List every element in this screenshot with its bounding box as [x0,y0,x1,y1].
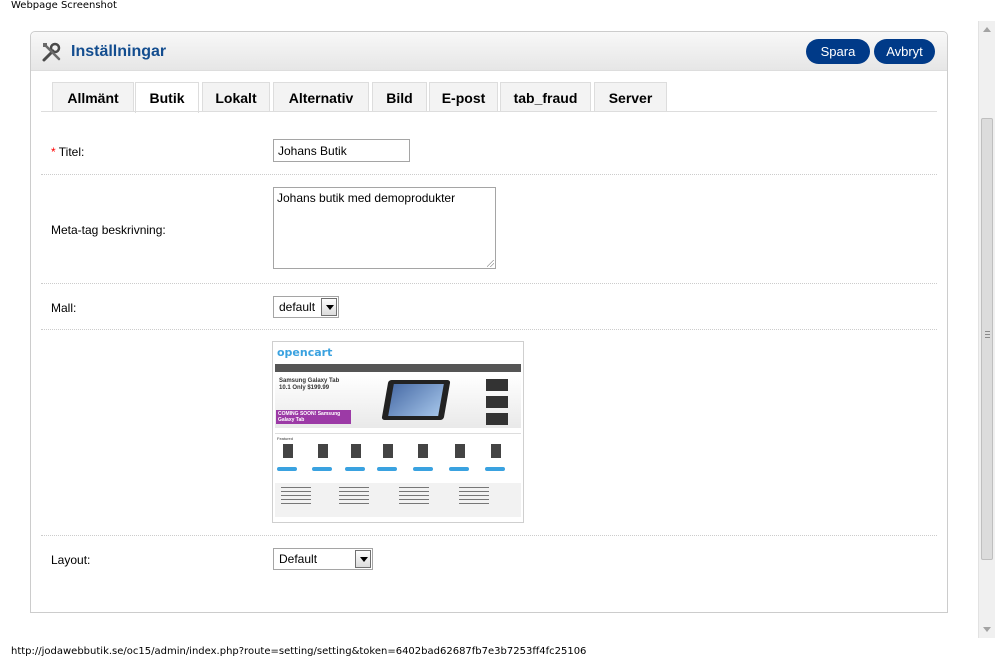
preview-product [351,444,361,458]
scroll-down-icon[interactable] [983,627,991,632]
template-select[interactable]: default [273,296,339,318]
preview-button [377,467,397,471]
settings-panel: Inställningar Spara Avbryt Allmänt Butik… [30,31,948,613]
preview-thumb [486,379,508,391]
tab-email[interactable]: E-post [429,82,498,112]
settings-tools-icon [42,42,61,62]
preview-button [345,467,365,471]
preview-featured: Featured [277,436,294,441]
row-divider [41,535,937,536]
tab-general[interactable]: Allmänt [52,82,134,112]
preview-button [485,467,505,471]
preview-product [318,444,328,458]
row-divider [41,174,937,175]
preview-banner-text: Samsung Galaxy Tab 10.1 Only $199.99 [279,378,340,391]
preview-button [449,467,469,471]
tab-options[interactable]: Alternativ [273,82,369,112]
preview-footer-column [399,487,429,507]
tab-image[interactable]: Bild [372,82,427,112]
chevron-down-icon[interactable] [355,550,371,568]
tab-server[interactable]: Server [594,82,667,112]
preview-footer-column [459,487,489,507]
scrollbar-grip-icon [985,331,990,339]
preview-thumb [486,413,508,425]
tab-divider [41,111,937,112]
status-bar: http://jodawebbutik.se/oc15/admin/index.… [0,640,995,659]
tab-fraud[interactable]: tab_fraud [500,82,591,112]
preview-footer-column [339,487,369,507]
preview-footer-column [281,487,311,507]
preview-tablet-screen [388,384,444,416]
chevron-down-icon[interactable] [321,298,337,316]
preview-separator [275,433,521,434]
layout-select-value: Default [279,552,318,566]
tab-local[interactable]: Lokalt [202,82,270,112]
meta-description-textarea[interactable]: Johans butik med demoprodukter [273,187,496,269]
meta-description-value: Johans butik med demoprodukter [277,191,456,205]
required-marker: * [51,145,56,159]
row-divider [41,283,937,284]
preview-thumb [486,396,508,408]
page-title: Inställningar [71,43,167,60]
preview-product [491,444,501,458]
template-select-value: default [279,300,316,314]
vertical-scrollbar[interactable] [978,21,995,638]
screenshot-caption: Webpage Screenshot [11,0,117,11]
template-label: Mall: [51,301,77,315]
preview-button [312,467,332,471]
preview-product [418,444,428,458]
preview-nav [275,364,521,372]
preview-product [455,444,465,458]
scroll-up-icon[interactable] [983,27,991,32]
preview-button [277,467,297,471]
save-button[interactable]: Spara [806,39,870,64]
row-divider [41,329,937,330]
layout-select[interactable]: Default [273,548,373,570]
preview-product [283,444,293,458]
store-title-input[interactable] [273,139,410,162]
resize-handle-icon[interactable] [487,260,494,267]
preview-button [413,467,433,471]
meta-label: Meta-tag beskrivning: [51,223,166,237]
layout-label: Layout: [51,553,91,567]
preview-promo: COMING SOON! Samsung Galaxy Tab [276,410,351,424]
scrollbar-thumb[interactable] [981,118,993,560]
title-label-text: Titel: [58,145,85,159]
cancel-button[interactable]: Avbryt [874,39,935,64]
title-label: * Titel: [51,145,84,159]
preview-logo: opencart [277,346,333,359]
panel-header: Inställningar Spara Avbryt [31,32,947,71]
preview-product [383,444,393,458]
template-preview-image: opencart Samsung Galaxy Tab 10.1 Only $1… [272,341,524,523]
tab-store[interactable]: Butik [135,82,199,113]
status-url: http://jodawebbutik.se/oc15/admin/index.… [11,646,587,657]
